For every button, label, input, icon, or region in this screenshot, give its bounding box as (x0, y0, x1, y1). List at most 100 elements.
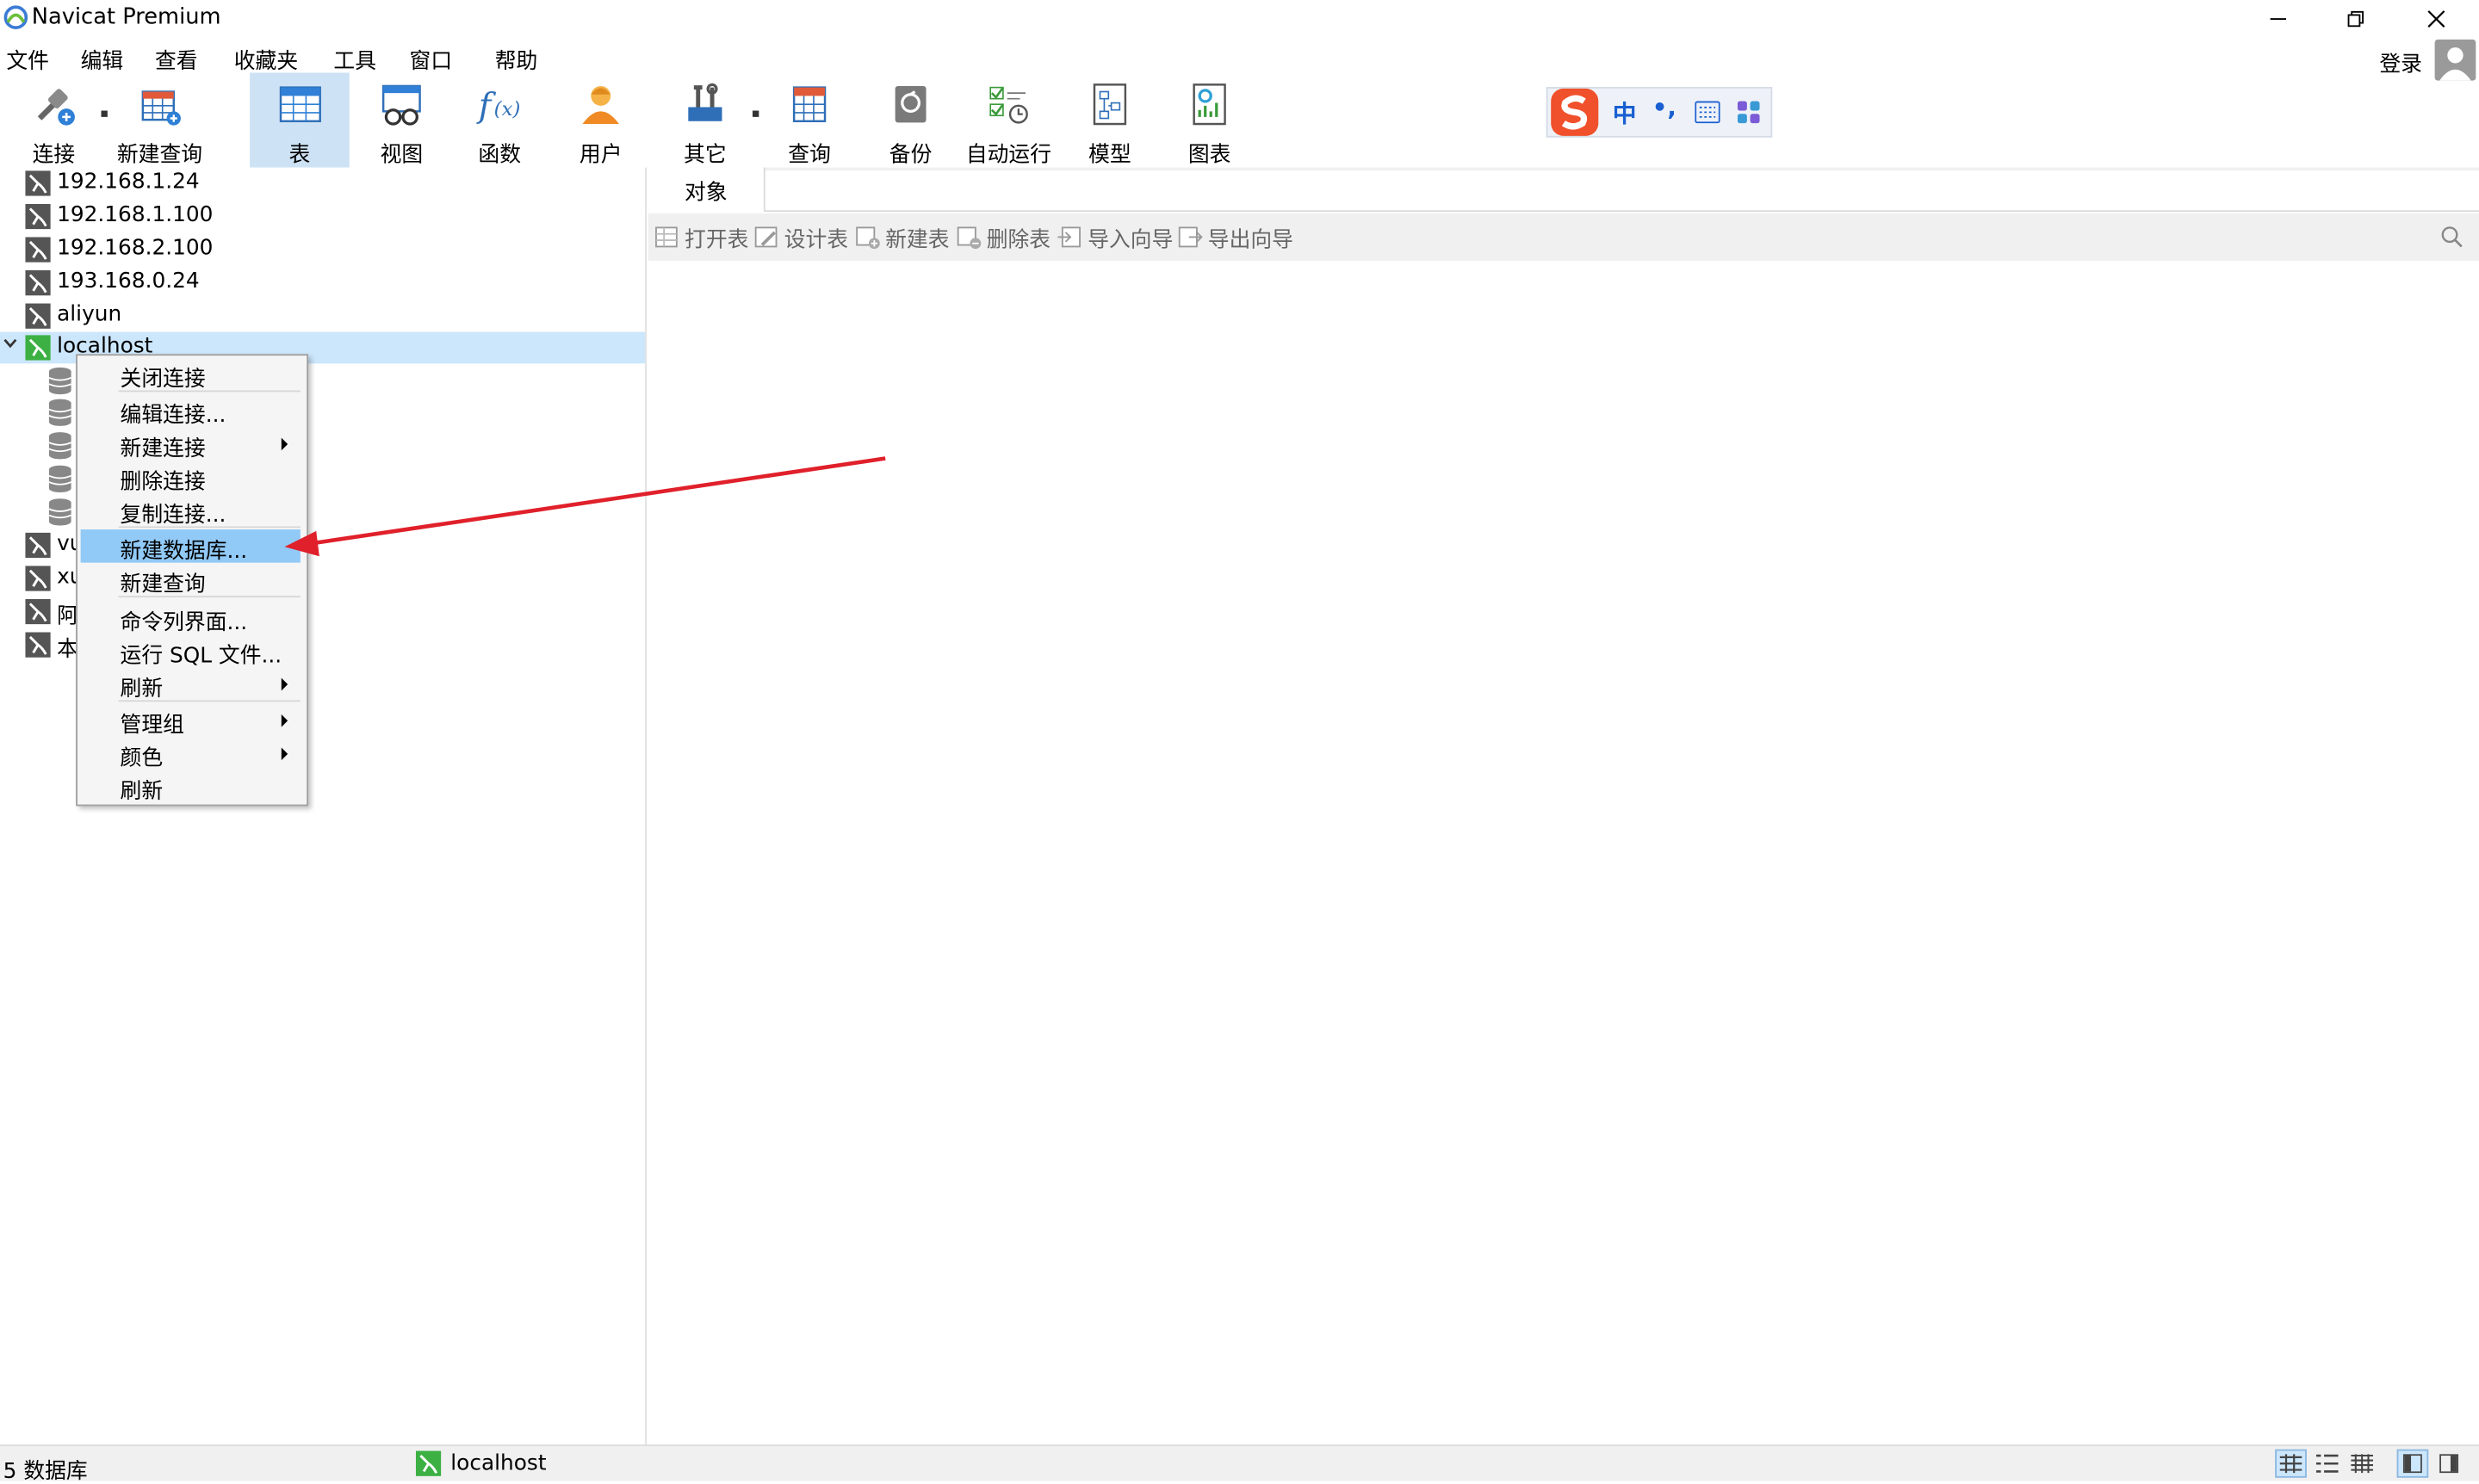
delete-table-button[interactable]: 删除表 (957, 223, 1050, 253)
toolbar-dropdown-dot[interactable] (101, 110, 108, 117)
menu-item-label: 颜色 (120, 745, 164, 772)
title-bar: Navicat Premium (0, 0, 2479, 39)
menu-view[interactable]: 查看 (155, 43, 198, 74)
connection-name: aliyun (57, 301, 122, 328)
menu-item-edit-connection[interactable]: 编辑连接... (81, 393, 301, 428)
database-icon[interactable] (47, 399, 72, 427)
menu-item-label: 新建连接 (120, 436, 206, 462)
model-icon (1093, 83, 1127, 126)
new-table-icon (856, 226, 880, 250)
toolbar-others-button[interactable]: 其它 (660, 72, 749, 168)
view-detail-button[interactable] (2311, 1450, 2343, 1478)
toolbar-connect-button[interactable]: 连接 (13, 72, 95, 168)
menu-item-color[interactable]: 颜色 (81, 737, 301, 772)
menu-item-new-database[interactable]: 新建数据库... (80, 529, 301, 564)
detail-view-icon (2315, 1454, 2339, 1473)
tools-icon (688, 83, 722, 121)
menu-item-new-query[interactable]: 新建查询 (81, 563, 301, 597)
toggle-left-pane-button[interactable] (2396, 1449, 2429, 1478)
minimize-icon (2270, 18, 2287, 20)
export-wizard-label: 导出向导 (1207, 227, 1293, 253)
chart-icon (1193, 83, 1226, 126)
tree-connection-item[interactable]: aliyun (0, 300, 645, 332)
tree-connection-item[interactable]: 192.168.1.24 (0, 168, 645, 200)
toolbar-backup-button[interactable]: 备份 (866, 72, 955, 168)
menu-item-copy-connection[interactable]: 复制连接... (81, 493, 301, 528)
menu-item-label: 运行 SQL 文件... (120, 643, 282, 669)
import-wizard-label: 导入向导 (1088, 227, 1174, 253)
database-icon[interactable] (47, 431, 72, 460)
toolbar-model-button[interactable]: 模型 (1066, 72, 1155, 168)
design-table-button[interactable]: 设计表 (754, 223, 848, 253)
database-icon[interactable] (47, 465, 72, 493)
view-list-button[interactable] (2275, 1449, 2307, 1478)
mysql-connection-icon (25, 598, 51, 625)
open-table-icon (655, 226, 678, 248)
menu-separator (118, 596, 301, 598)
menu-item-refresh-submenu[interactable]: 刷新 (81, 667, 301, 702)
ime-toolbar[interactable]: 中 •, (1546, 86, 1773, 138)
menu-separator (118, 526, 301, 529)
toolbar-table-button[interactable]: 表 (250, 72, 350, 168)
delete-table-icon (957, 226, 982, 250)
toggle-right-pane-button[interactable] (2433, 1450, 2465, 1478)
menu-edit[interactable]: 编辑 (81, 43, 124, 74)
toolbar-dropdown-dot[interactable] (752, 110, 759, 117)
database-icon[interactable] (47, 367, 72, 395)
toolbar-connect-label: 连接 (32, 142, 76, 168)
apps-grid-icon[interactable] (1737, 101, 1760, 124)
view-grid-button[interactable] (2346, 1450, 2378, 1478)
ime-mode[interactable]: 中 (1613, 96, 1637, 130)
mysql-connection-icon (25, 303, 51, 329)
menu-item-new-connection[interactable]: 新建连接 (81, 427, 301, 461)
toolbar-new-query-button[interactable]: 新建查询 (114, 72, 205, 168)
menu-separator (118, 700, 301, 702)
menu-item-refresh[interactable]: 刷新 (81, 770, 301, 804)
menu-item-console[interactable]: 命令列界面... (81, 601, 301, 635)
toolbar-user-button[interactable]: 用户 (556, 72, 645, 168)
connection-name: 193.168.0.24 (57, 269, 200, 294)
menu-item-close-connection[interactable]: 关闭连接 (81, 357, 301, 392)
import-wizard-button[interactable]: 导入向导 (1057, 223, 1174, 253)
toolbar-view-button[interactable]: 视图 (357, 72, 446, 168)
tab-strip-empty (765, 170, 2479, 211)
tab-objects[interactable]: 对象 (648, 167, 765, 213)
restore-button[interactable] (2318, 0, 2394, 38)
object-tab-bar: 对象 (648, 167, 2479, 213)
menu-tools[interactable]: 工具 (333, 43, 376, 74)
menu-file[interactable]: 文件 (6, 43, 49, 74)
close-button[interactable] (2398, 0, 2474, 38)
toolbar-others-label: 其它 (684, 142, 727, 168)
minimize-button[interactable] (2240, 0, 2316, 38)
menu-window[interactable]: 窗口 (410, 43, 453, 74)
search-icon[interactable] (2441, 226, 2464, 249)
tree-connection-item[interactable]: 192.168.1.100 (0, 201, 645, 232)
menu-item-manage-group[interactable]: 管理组 (81, 703, 301, 738)
toolbar-schedule-button[interactable]: 自动运行 (961, 72, 1056, 168)
menu-item-delete-connection[interactable]: 删除连接 (81, 460, 301, 494)
connection-name: 192.168.1.24 (57, 169, 200, 195)
export-wizard-button[interactable]: 导出向导 (1178, 223, 1293, 253)
open-table-button[interactable]: 打开表 (654, 223, 748, 253)
ime-punct[interactable]: •, (1652, 93, 1676, 121)
menu-item-run-sql-file[interactable]: 运行 SQL 文件... (81, 634, 301, 669)
menu-favorites[interactable]: 收藏夹 (234, 43, 298, 74)
chevron-down-icon[interactable] (3, 338, 18, 351)
toolbar-function-button[interactable]: f (x) 函数 (456, 72, 544, 168)
toolbar-chart-button[interactable]: 图表 (1165, 72, 1254, 168)
function-icon: f (x) (476, 87, 521, 126)
toolbar-query-button[interactable]: 查询 (765, 72, 854, 168)
mysql-connection-icon (25, 566, 51, 591)
grid-view-icon (2351, 1454, 2373, 1474)
menu-item-label: 新建查询 (120, 572, 206, 598)
user-icon (582, 85, 619, 125)
new-table-button[interactable]: 新建表 (855, 223, 950, 253)
query-icon (792, 86, 827, 122)
status-connection-name: localhost (450, 1450, 547, 1476)
right-pane-icon (2439, 1454, 2459, 1474)
tree-connection-item[interactable]: 193.168.0.24 (0, 267, 645, 299)
tree-connection-item[interactable]: 192.168.2.100 (0, 234, 645, 266)
database-icon[interactable] (47, 498, 72, 526)
menu-help[interactable]: 帮助 (495, 43, 538, 74)
keyboard-icon[interactable] (1695, 101, 1720, 124)
